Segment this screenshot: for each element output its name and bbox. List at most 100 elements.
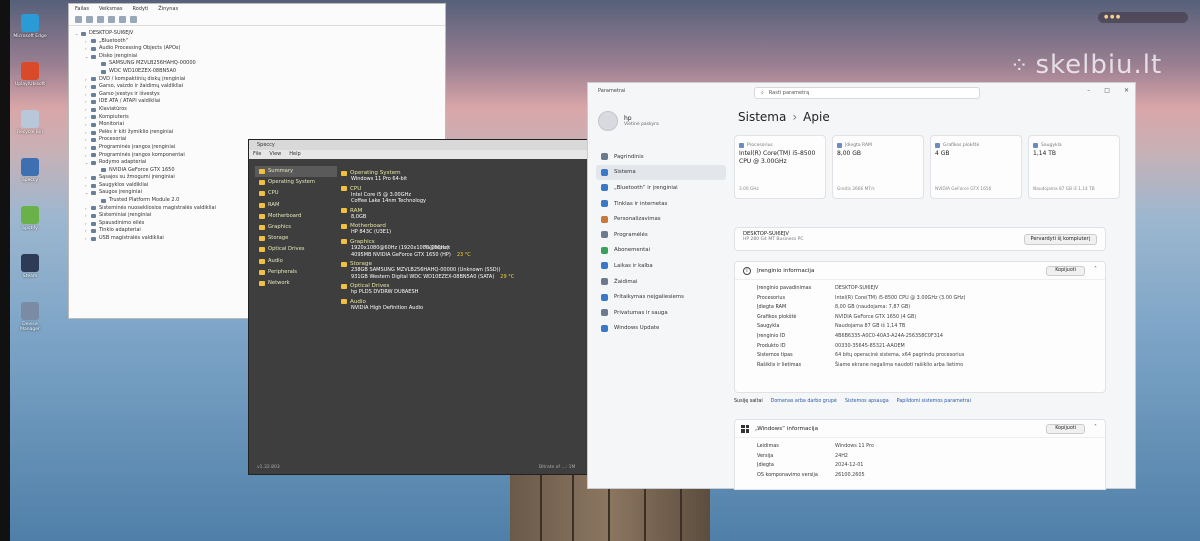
scan-icon[interactable] xyxy=(119,16,126,23)
user-account[interactable]: hp Vietinė paskyra xyxy=(598,111,659,131)
desktop-icon[interactable]: Microsoft Edge xyxy=(12,14,48,60)
speccy-nav-label: Summary xyxy=(268,168,294,175)
spec-icon xyxy=(739,142,744,148)
related-link[interactable]: Papildomi sistemos parametrai xyxy=(897,399,971,404)
menu-item[interactable]: Help xyxy=(289,151,300,158)
rename-pc-button[interactable]: Pervardyti šį kompiuterį xyxy=(1023,234,1097,245)
copy-device-specs-button[interactable]: Kopijuoti xyxy=(1046,266,1085,276)
related-link[interactable]: Domenas arba darbo grupė xyxy=(771,399,837,404)
speccy-nav-label: CPU xyxy=(268,190,279,197)
tree-node[interactable]: › Garso, vaizdo ir žaidimų valdikliai xyxy=(75,83,439,91)
tree-node[interactable]: › Monitoriai xyxy=(75,121,439,129)
spec-card-label: Grafikos plokštė xyxy=(943,142,980,148)
tree-node[interactable]: › IDE ATA / ATAPI valdikliai xyxy=(75,98,439,106)
tree-node[interactable]: › „Bluetooth“ xyxy=(75,38,439,46)
speccy-nav-item[interactable]: Storage xyxy=(255,233,337,244)
device-icon xyxy=(91,229,96,234)
tree-node[interactable]: ⌄ Disko įrenginiai xyxy=(75,53,439,61)
nav-item[interactable]: Žaidimai xyxy=(596,274,726,290)
nav-item[interactable]: „Bluetooth“ ir įrenginiai xyxy=(596,180,726,196)
speccy-nav-item[interactable]: Audio xyxy=(255,256,337,267)
nav-item[interactable]: Pritaikymas neįgaliesiems xyxy=(596,289,726,305)
nav-item[interactable]: Sistema xyxy=(596,164,726,181)
search-placeholder: Rasti parametrą xyxy=(768,90,810,96)
device-icon xyxy=(91,115,96,120)
speccy-section: Optical Drives hp PLDS DVDRW DU8AESH xyxy=(341,283,581,296)
menu-item[interactable]: View xyxy=(269,151,281,158)
tree-node[interactable]: › Klaviatūros xyxy=(75,106,439,114)
tree-node-label: SAMSUNG MZVLB256HAHQ-00000 xyxy=(109,60,196,67)
tree-node[interactable]: › Audio Processing Objects (APOs) xyxy=(75,45,439,53)
tree-node[interactable]: › Pelės ir kiti žymiklio įrenginiai xyxy=(75,129,439,137)
monitor-icon[interactable] xyxy=(130,16,137,23)
related-links-title: Susiję saitai xyxy=(734,399,763,404)
properties-icon[interactable] xyxy=(97,16,104,23)
minimize-icon[interactable]: – xyxy=(1087,87,1090,94)
nav-item[interactable]: Tinklas ir internetas xyxy=(596,196,726,212)
desktop-icon[interactable]: Device Manager xyxy=(12,302,48,348)
tree-node[interactable]: › Kompiuteris xyxy=(75,114,439,122)
speccy-nav-item[interactable]: Graphics xyxy=(255,222,337,233)
category-icon xyxy=(259,269,265,275)
tree-node-label: Kompiuteris xyxy=(99,113,129,120)
speccy-nav-label: Peripherals xyxy=(268,268,297,275)
desktop-icon[interactable]: Uplay/Ubisoft xyxy=(12,62,48,108)
maximize-icon[interactable]: □ xyxy=(1104,87,1110,94)
nav-item[interactable]: Windows Update xyxy=(596,321,726,337)
nav-item-label: Windows Update xyxy=(614,325,660,332)
tree-node-label: Rodymo adapteriai xyxy=(99,159,147,166)
speccy-nav-item[interactable]: Peripherals xyxy=(255,267,337,278)
chevron-up-icon[interactable]: ˄ xyxy=(1094,424,1097,431)
menu-item[interactable]: Rodyti xyxy=(132,6,148,12)
tree-node[interactable]: ⌄ DESKTOP-SUI6EJV xyxy=(75,30,439,38)
copy-windows-specs-button[interactable]: Kopijuoti xyxy=(1046,424,1085,434)
search-icon: ⌕ xyxy=(761,90,764,96)
tree-node[interactable]: WDC WD10EZEX-08BN5A0 xyxy=(75,68,439,76)
apps-icon xyxy=(601,231,608,239)
tray-notification[interactable]: ● ● ● xyxy=(1098,12,1188,23)
user-account-type: Vietinė paskyra xyxy=(624,122,659,127)
steam-icon xyxy=(21,254,39,272)
menu-item[interactable]: Veiksmas xyxy=(99,6,123,12)
speccy-section: Graphics 1920x1080@60Hz (1920x1080@60Hz) 4… xyxy=(341,239,581,258)
nav-item[interactable]: Abonementai xyxy=(596,243,726,259)
tree-node[interactable]: › Garso įvestys ir išvestys xyxy=(75,91,439,99)
nav-item[interactable]: Pagrindinis xyxy=(596,149,726,165)
chevron-up-icon[interactable]: ˄ xyxy=(1094,266,1097,273)
spec-value: 64 bitų operacinė sistema, x64 pagrindu … xyxy=(835,352,965,359)
speccy-window: Speccy File View Help Summary Operating Sys… xyxy=(248,139,588,475)
menu-item[interactable]: Žinynas xyxy=(158,6,178,12)
speccy-nav-item[interactable]: Motherboard xyxy=(255,211,337,222)
nav-item[interactable]: Programėlės xyxy=(596,227,726,243)
menu-item[interactable]: File xyxy=(253,151,261,158)
related-link[interactable]: Sistemos apsauga xyxy=(845,399,889,404)
speccy-nav-item[interactable]: Operating System xyxy=(255,177,337,188)
nav-item[interactable]: Privatumas ir sauga xyxy=(596,305,726,321)
speccy-nav-item[interactable]: RAM xyxy=(255,200,337,211)
desktop-icon[interactable]: Recycle Bin xyxy=(12,110,48,156)
network-icon xyxy=(601,200,608,208)
close-icon[interactable]: ✕ xyxy=(1124,87,1129,94)
forward-icon[interactable] xyxy=(86,16,93,23)
tree-node[interactable]: SAMSUNG MZVLB256HAHQ-00000 xyxy=(75,60,439,68)
device-manager-menubar: Failas Veiksmas Rodyti Žinynas xyxy=(69,4,445,14)
desktop-icon[interactable]: Steam xyxy=(12,254,48,300)
desktop-icon[interactable]: Spotify xyxy=(12,206,48,252)
bluetooth-icon xyxy=(601,184,608,192)
nav-item[interactable]: Laikas ir kalba xyxy=(596,258,726,274)
settings-search-input[interactable]: ⌕ Rasti parametrą xyxy=(754,87,980,99)
tree-node-label: Saugos įrenginiai xyxy=(99,189,142,196)
back-icon[interactable] xyxy=(75,16,82,23)
desktop-icon[interactable]: Speccy xyxy=(12,158,48,204)
nav-item[interactable]: Personalizavimas xyxy=(596,211,726,227)
speccy-nav-item[interactable]: Summary xyxy=(255,166,337,178)
device-icon xyxy=(91,221,96,226)
breadcrumb-parent[interactable]: Sistema xyxy=(738,110,786,124)
speccy-nav-item[interactable]: CPU xyxy=(255,188,337,199)
speccy-nav-item[interactable]: Network xyxy=(255,278,337,289)
device-icon xyxy=(91,138,96,143)
menu-item[interactable]: Failas xyxy=(75,6,89,12)
help-icon[interactable] xyxy=(108,16,115,23)
spec-value: Intel(R) Core(TM) i5-8500 CPU @ 3.00GHz … xyxy=(835,294,966,301)
speccy-nav-item[interactable]: Optical Drives xyxy=(255,244,337,255)
